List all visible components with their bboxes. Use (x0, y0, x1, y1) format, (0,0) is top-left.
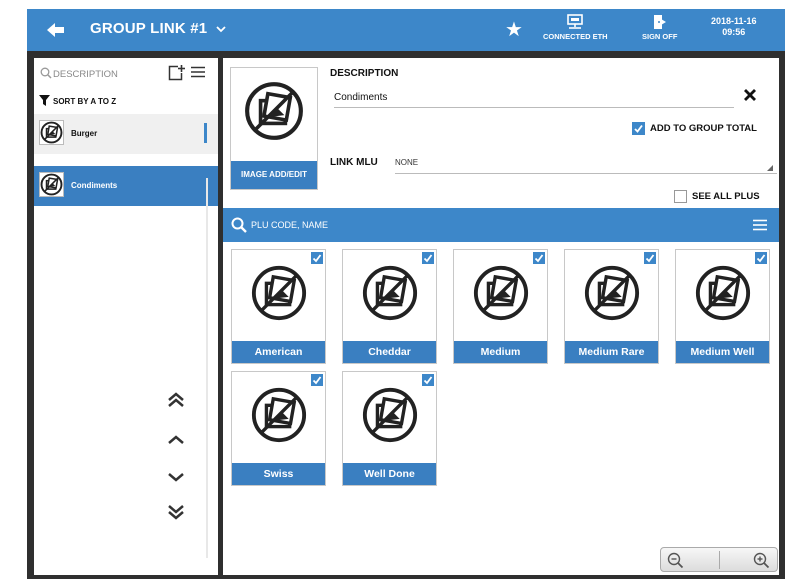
group-list-panel: DESCRIPTION SORT BY A TO Z Burger Condim… (34, 58, 218, 575)
item-image-icon (39, 172, 64, 197)
plu-search-bar[interactable]: PLU CODE, NAME (223, 208, 779, 242)
connected-eth-label: CONNECTED ETH (543, 32, 608, 41)
group-list-item[interactable]: Condiments (34, 166, 218, 206)
link-mlu-value: NONE (395, 158, 419, 167)
zoom-divider (719, 551, 720, 569)
top-bar: GROUP LINK #1 ★ CONNECTED ETH SIGN OFF 2… (27, 9, 785, 51)
checkbox-checked-icon[interactable] (311, 252, 323, 264)
dropdown-corner-icon (767, 165, 773, 171)
image-placeholder-icon (251, 387, 307, 443)
group-list-item-label: Condiments (71, 181, 118, 190)
see-all-plus-label: SEE ALL PLUS (692, 191, 760, 202)
plu-tile[interactable]: American (231, 249, 326, 364)
image-placeholder-icon (584, 265, 640, 321)
menu-icon[interactable] (191, 66, 205, 78)
image-placeholder-icon (695, 265, 751, 321)
checkbox-checked-icon[interactable] (422, 374, 434, 386)
plu-tile-label: American (232, 341, 325, 363)
page-title-text: GROUP LINK #1 (90, 20, 208, 37)
plu-tile-label: Well Done (343, 463, 436, 485)
scroll-up-icon[interactable] (166, 431, 186, 449)
plu-tile[interactable]: Swiss (231, 371, 326, 486)
image-placeholder-icon (251, 265, 307, 321)
group-image[interactable]: IMAGE ADD/EDIT (230, 67, 318, 190)
app-frame: GROUP LINK #1 ★ CONNECTED ETH SIGN OFF 2… (27, 9, 785, 579)
checkbox-checked-icon[interactable] (755, 252, 767, 264)
group-list-item[interactable]: Burger (34, 114, 218, 154)
connected-eth-status[interactable]: CONNECTED ETH (543, 14, 608, 41)
plu-tile-label: Cheddar (343, 341, 436, 363)
group-list-item-label: Burger (71, 129, 98, 138)
star-icon[interactable]: ★ (505, 17, 523, 42)
scroll-bottom-icon[interactable] (166, 503, 186, 521)
item-image-icon (39, 120, 64, 145)
checkbox-checked-icon[interactable] (533, 252, 545, 264)
search-icon (40, 67, 52, 79)
sign-off-button[interactable]: SIGN OFF (642, 14, 677, 41)
plu-tile-label: Medium Rare (565, 341, 658, 363)
date-time: 2018-11-16 09:56 (711, 16, 757, 38)
menu-icon[interactable] (753, 219, 767, 231)
plu-tile-label: Medium (454, 341, 547, 363)
close-icon[interactable] (743, 88, 757, 102)
description-input[interactable]: Condiments (334, 92, 734, 108)
sort-label: SORT BY A TO Z (53, 97, 117, 106)
image-placeholder-icon (473, 265, 529, 321)
search-icon (231, 217, 247, 233)
scroll-down-icon[interactable] (166, 468, 186, 486)
checkbox-checked-icon[interactable] (311, 374, 323, 386)
plu-tile[interactable]: Well Done (342, 371, 437, 486)
network-icon (567, 14, 584, 29)
add-to-group-total-label: ADD TO GROUP TOTAL (650, 123, 757, 134)
sign-off-icon (653, 15, 666, 29)
image-placeholder-icon (362, 387, 418, 443)
item-indicator (204, 123, 207, 143)
zoom-out-icon[interactable] (667, 552, 684, 569)
plu-search-placeholder: PLU CODE, NAME (251, 220, 329, 230)
sign-off-label: SIGN OFF (642, 32, 678, 41)
plu-tile[interactable]: Cheddar (342, 249, 437, 364)
plu-tile-label: Swiss (232, 463, 325, 485)
page-title[interactable]: GROUP LINK #1 (90, 20, 226, 37)
back-arrow-icon[interactable] (45, 20, 67, 40)
image-placeholder-icon (362, 265, 418, 321)
filter-icon (39, 95, 50, 106)
description-search-placeholder: DESCRIPTION (53, 69, 118, 80)
checkbox-checked-icon (632, 122, 645, 135)
checkbox-unchecked-icon (674, 190, 687, 203)
link-mlu-select[interactable]: NONE (395, 158, 777, 174)
plu-tile[interactable]: Medium Rare (564, 249, 659, 364)
plu-tile[interactable]: Medium Well (675, 249, 770, 364)
checkbox-checked-icon[interactable] (644, 252, 656, 264)
description-label: DESCRIPTION (330, 68, 399, 79)
image-add-edit-button[interactable]: IMAGE ADD/EDIT (231, 161, 317, 189)
link-mlu-label: LINK MLU (330, 157, 378, 168)
group-detail-panel: IMAGE ADD/EDIT DESCRIPTION Condiments AD… (223, 58, 779, 575)
chevron-down-icon[interactable] (216, 25, 226, 33)
plu-tile[interactable]: Medium (453, 249, 548, 364)
list-scrollbar[interactable] (206, 178, 208, 558)
checkbox-checked-icon[interactable] (422, 252, 434, 264)
image-placeholder-icon (245, 82, 303, 140)
zoom-control (660, 547, 778, 572)
add-group-icon[interactable] (168, 64, 186, 82)
description-search[interactable]: DESCRIPTION (40, 66, 160, 84)
time-text: 09:56 (722, 27, 746, 37)
zoom-in-icon[interactable] (753, 552, 770, 569)
date-text: 2018-11-16 (711, 16, 757, 26)
scroll-top-icon[interactable] (166, 391, 186, 409)
plu-tile-label: Medium Well (676, 341, 769, 363)
